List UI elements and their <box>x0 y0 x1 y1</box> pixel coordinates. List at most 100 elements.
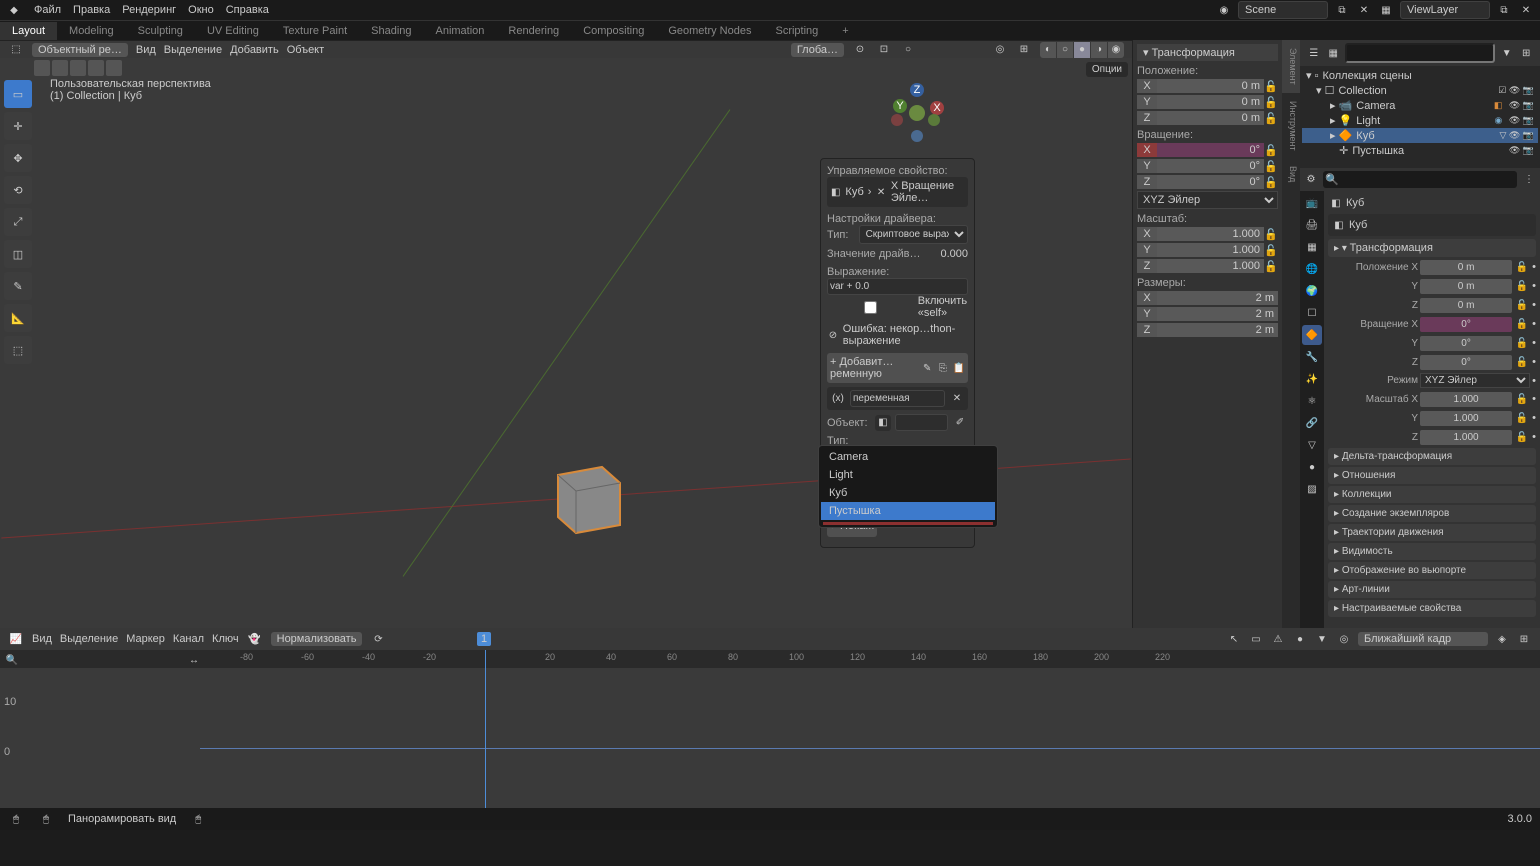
prop-scalex[interactable]: 1.000 <box>1420 392 1512 407</box>
pos-z[interactable]: 0 m <box>1157 111 1264 125</box>
driver-expr-input[interactable] <box>827 278 968 295</box>
auto-icon[interactable]: ● <box>1292 631 1308 647</box>
prop-roty[interactable]: 0° <box>1420 336 1512 351</box>
tool-annotate[interactable]: ✎ <box>4 272 32 300</box>
gizmo-toggle-icon[interactable]: ◎ <box>992 42 1008 58</box>
outliner-camera[interactable]: ▸ 📹Camera◧ 👁 📷 <box>1302 98 1538 113</box>
prop-scaley[interactable]: 1.000 <box>1420 411 1512 426</box>
prop-delta[interactable]: Дельта-трансформация <box>1328 448 1536 465</box>
menu-view[interactable]: Вид <box>136 44 156 56</box>
tool-scale[interactable]: ⤢ <box>4 208 32 236</box>
tab-add[interactable]: + <box>830 22 860 40</box>
lock-icon[interactable]: 🔓 <box>1514 391 1530 407</box>
nav-gizmo[interactable]: X Y Z <box>882 78 952 148</box>
scale-z[interactable]: 1.000 <box>1157 259 1264 273</box>
shade-render-icon[interactable]: ◉ <box>1108 42 1124 58</box>
proptab-modifiers[interactable]: 🔧 <box>1302 347 1322 367</box>
timeline-view[interactable]: Вид <box>32 633 52 645</box>
filter-icon[interactable]: ▼ <box>1499 45 1515 61</box>
props-type-icon[interactable]: ⚙ <box>1303 172 1319 188</box>
obj-name-field[interactable]: Куб <box>1349 219 1533 231</box>
rot-z[interactable]: 0° <box>1157 175 1264 189</box>
tool-move[interactable]: ✥ <box>4 144 32 172</box>
proptab-object[interactable]: 🔶 <box>1302 325 1322 345</box>
outliner-type-icon[interactable]: ☰ <box>1306 45 1322 61</box>
tool-transform[interactable]: ◫ <box>4 240 32 268</box>
timeline-type-icon[interactable]: 📈 <box>8 631 24 647</box>
lock-icon[interactable]: 🔓 <box>1264 244 1278 257</box>
eyedropper-icon[interactable]: ✐ <box>952 415 968 431</box>
dim-z[interactable]: 2 m <box>1157 323 1278 337</box>
viewlayer-del-icon[interactable]: ✕ <box>1518 2 1534 18</box>
menu-help[interactable]: Справка <box>226 4 269 16</box>
lock-icon[interactable]: 🔓 <box>1264 228 1278 241</box>
menu-select[interactable]: Выделение <box>164 44 222 56</box>
mode-select[interactable]: Объектный ре… <box>32 43 128 57</box>
prop-rotmode[interactable]: XYZ Эйлер <box>1420 373 1530 388</box>
snap2-icon[interactable]: ⚠ <box>1270 631 1286 647</box>
search-icon[interactable]: 🔍 <box>4 652 20 668</box>
dropdown-opt-light[interactable]: Light <box>821 466 995 484</box>
viewlayer-field[interactable]: ViewLayer <box>1400 1 1490 19</box>
timeline-select[interactable]: Выделение <box>60 633 118 645</box>
tool-measure[interactable]: 📐 <box>4 304 32 332</box>
proptab-constraints[interactable]: 🔗 <box>1302 413 1322 433</box>
prop-posy[interactable]: 0 m <box>1420 279 1512 294</box>
proportional-icon[interactable]: ○ <box>900 42 916 58</box>
prop-posx[interactable]: 0 m <box>1420 260 1512 275</box>
rotation-mode-select[interactable]: XYZ Эйлер <box>1137 191 1278 209</box>
tool-rotate[interactable]: ⟲ <box>4 176 32 204</box>
pivot-icon[interactable]: ⊙ <box>852 42 868 58</box>
n-transform-header[interactable]: ▾ Трансформация <box>1137 44 1278 61</box>
dropdown-opt-empty[interactable]: Пустышка <box>821 502 995 520</box>
driver-obj-input[interactable] <box>895 414 948 431</box>
outliner-cube[interactable]: ▸ 🔶Куб▽ 👁 📷 <box>1302 128 1538 143</box>
proptab-output[interactable]: 🖨 <box>1302 215 1322 235</box>
outliner-scene-collection[interactable]: ▾ ▫Коллекция сцены <box>1302 68 1538 83</box>
proptab-scene[interactable]: 🌐 <box>1302 259 1322 279</box>
tab-texture[interactable]: Texture Paint <box>271 22 359 40</box>
editor-type-icon[interactable]: ⬚ <box>8 42 24 58</box>
scene-del-icon[interactable]: ✕ <box>1356 2 1372 18</box>
tab-rendering[interactable]: Rendering <box>496 22 571 40</box>
tool-select-box[interactable]: ▭ <box>4 80 32 108</box>
scale-x[interactable]: 1.000 <box>1157 227 1264 241</box>
shade-solid-icon[interactable]: ● <box>1074 42 1090 58</box>
menu-object[interactable]: Объект <box>287 44 324 56</box>
vtab-view[interactable]: Вид <box>1282 158 1300 190</box>
proptab-particles[interactable]: ✨ <box>1302 369 1322 389</box>
outliner-light[interactable]: ▸ 💡Light◉ 👁 📷 <box>1302 113 1538 128</box>
xray-icon[interactable]: ◐ <box>1040 42 1056 58</box>
ghost-icon[interactable]: 👻 <box>247 631 263 647</box>
vtab-item[interactable]: Элемент <box>1282 40 1300 93</box>
viewlayer-new-icon[interactable]: ⧉ <box>1496 2 1512 18</box>
dropdown-opt-camera[interactable]: Camera <box>821 448 995 466</box>
proptab-viewlayer[interactable]: ▦ <box>1302 237 1322 257</box>
scene-new-icon[interactable]: ⧉ <box>1334 2 1350 18</box>
lock-icon[interactable]: 🔓 <box>1514 259 1530 275</box>
tab-sculpting[interactable]: Sculpting <box>126 22 195 40</box>
lock-icon[interactable]: 🔓 <box>1514 316 1530 332</box>
rot-x[interactable]: 0° <box>1157 143 1264 157</box>
tab-geonodes[interactable]: Geometry Nodes <box>656 22 763 40</box>
props-search[interactable]: 🔍 <box>1323 171 1517 188</box>
dim-y[interactable]: 2 m <box>1157 307 1278 321</box>
prop-rotx[interactable]: 0° <box>1420 317 1512 332</box>
tool-cursor[interactable]: ✛ <box>4 112 32 140</box>
lock-icon[interactable]: 🔓 <box>1514 429 1530 445</box>
playhead-body[interactable] <box>485 650 486 808</box>
lock-icon[interactable]: 🔓 <box>1514 297 1530 313</box>
prop-instancing[interactable]: Создание экземпляров <box>1328 505 1536 522</box>
timeline-key[interactable]: Ключ <box>212 633 239 645</box>
proptab-collection[interactable]: ☐ <box>1302 303 1322 323</box>
prop-posz[interactable]: 0 m <box>1420 298 1512 313</box>
outliner-collection[interactable]: ▾ ☐Collection☑ 👁 📷 <box>1302 83 1538 98</box>
menu-add[interactable]: Добавить <box>230 44 279 56</box>
tab-compositing[interactable]: Compositing <box>571 22 656 40</box>
orientation-select[interactable]: Глоба… <box>791 43 844 57</box>
scene-name-field[interactable]: Scene <box>1238 1 1328 19</box>
lock-icon[interactable]: 🔓 <box>1264 80 1278 93</box>
overlay2-icon[interactable]: ⊞ <box>1516 631 1532 647</box>
timeline-marker[interactable]: Маркер <box>126 633 165 645</box>
menu-edit[interactable]: Правка <box>73 4 110 16</box>
